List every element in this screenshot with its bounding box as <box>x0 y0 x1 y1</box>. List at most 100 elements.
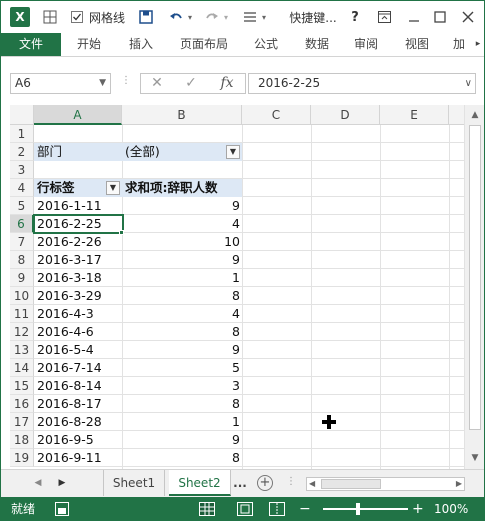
close-icon[interactable] <box>459 7 477 27</box>
tab-home[interactable]: 开始 <box>69 33 109 56</box>
tab-formulas[interactable]: 公式 <box>246 33 286 56</box>
formula-input[interactable]: 2016-2-25 ∨ <box>248 73 476 94</box>
row-header[interactable]: 1 <box>10 125 34 143</box>
row-header[interactable]: 16 <box>10 395 34 413</box>
filter-dropdown-icon[interactable]: ▼ <box>226 145 240 159</box>
table-icon[interactable] <box>41 7 59 27</box>
save-icon[interactable] <box>137 7 155 27</box>
column-header-a[interactable]: A <box>34 105 122 125</box>
value-cell[interactable]: 4 <box>125 305 240 323</box>
row-label-filter-icon[interactable]: ▼ <box>106 181 120 195</box>
row-header[interactable]: 2 <box>10 143 34 161</box>
value-cell[interactable]: 1 <box>125 269 240 287</box>
row-header[interactable]: 18 <box>10 431 34 449</box>
row-header[interactable]: 4 <box>10 179 34 197</box>
row-header[interactable]: 12 <box>10 323 34 341</box>
scroll-right-icon[interactable]: ▶ <box>456 478 462 490</box>
row-label-header[interactable]: 行标签 <box>37 179 75 197</box>
tab-page-layout[interactable]: 页面布局 <box>172 33 236 56</box>
gridlines-label[interactable]: 网格线 <box>87 7 127 27</box>
zoom-slider[interactable] <box>323 508 408 510</box>
zoom-slider-thumb[interactable] <box>356 503 360 515</box>
row-label-cell[interactable]: 2016-8-28 <box>37 413 102 431</box>
filter-value-cell[interactable]: (全部) <box>125 143 160 161</box>
value-cell[interactable]: 8 <box>125 287 240 305</box>
value-cell[interactable]: 8 <box>125 449 240 467</box>
quick-key-label[interactable]: 快捷键... <box>287 7 339 27</box>
scroll-up-icon[interactable]: ▲ <box>468 108 482 122</box>
value-cell[interactable]: 5 <box>125 359 240 377</box>
prev-sheet-icon[interactable]: ◀ <box>31 476 45 490</box>
insert-function-icon[interactable]: fx <box>215 74 239 93</box>
column-header-e[interactable]: E <box>380 105 449 125</box>
name-box-dropdown-icon[interactable]: ▼ <box>99 74 106 93</box>
page-layout-view-icon[interactable] <box>237 502 253 516</box>
scroll-down-icon[interactable]: ▼ <box>468 451 482 465</box>
row-header[interactable]: 14 <box>10 359 34 377</box>
tab-split-grip-icon[interactable]: ⋮ <box>286 476 296 487</box>
row-header[interactable]: 9 <box>10 269 34 287</box>
value-cell[interactable]: 8 <box>125 395 240 413</box>
row-header[interactable]: 11 <box>10 305 34 323</box>
row-label-cell[interactable]: 2016-4-6 <box>37 323 94 341</box>
customize-dropdown-icon[interactable]: ▾ <box>259 7 269 27</box>
value-cell[interactable]: 9 <box>125 431 240 449</box>
value-cell[interactable]: 8 <box>125 323 240 341</box>
tab-data[interactable]: 数据 <box>297 33 337 56</box>
row-label-cell[interactable]: 2016-4-3 <box>37 305 94 323</box>
add-sheet-icon[interactable]: + <box>257 475 273 491</box>
sheet-tab-sheet2[interactable]: Sheet2 <box>169 470 231 496</box>
row-label-cell[interactable]: 2016-1-11 <box>37 197 102 215</box>
zoom-in-button[interactable]: + <box>412 497 424 521</box>
zoom-level[interactable]: 100% <box>434 497 468 521</box>
horizontal-scrollbar[interactable]: ◀ ▶ <box>306 477 465 491</box>
tab-file[interactable]: 文件 <box>1 33 61 56</box>
row-header[interactable]: 6 <box>10 215 34 233</box>
tab-addins[interactable]: 加载 <box>453 33 473 56</box>
value-cell[interactable]: 9 <box>125 341 240 359</box>
row-header[interactable]: 5 <box>10 197 34 215</box>
row-label-cell[interactable]: 2016-8-14 <box>37 377 102 395</box>
value-cell[interactable]: 9 <box>125 251 240 269</box>
more-sheets-icon[interactable]: ... <box>231 470 249 496</box>
customize-icon[interactable] <box>241 7 259 27</box>
horizontal-scroll-thumb[interactable] <box>321 479 381 489</box>
help-icon[interactable]: ? <box>347 7 363 27</box>
fill-handle[interactable] <box>119 230 124 235</box>
ribbon-scroll-right-icon[interactable]: ▸ <box>473 33 483 56</box>
cell-area[interactable]: 部门 (全部) ▼ 行标签 ▼ 求和项:辞职人数 2016-1-11 9 2016-… <box>33 125 464 469</box>
vertical-scrollbar[interactable]: ▲ ▼ <box>464 105 484 469</box>
row-label-cell[interactable]: 2016-7-14 <box>37 359 102 377</box>
next-sheet-icon[interactable]: ▶ <box>55 476 69 490</box>
value-cell[interactable]: 1 <box>125 413 240 431</box>
enter-icon[interactable]: ✓ <box>179 74 203 93</box>
filter-label-cell[interactable]: 部门 <box>37 143 62 161</box>
macro-record-icon[interactable] <box>55 502 69 516</box>
expand-formula-bar-icon[interactable]: ∨ <box>465 74 472 93</box>
select-all-corner[interactable] <box>10 105 34 125</box>
row-header[interactable]: 15 <box>10 377 34 395</box>
row-header[interactable]: 7 <box>10 233 34 251</box>
scroll-left-icon[interactable]: ◀ <box>309 478 315 490</box>
row-label-cell[interactable]: 2016-9-11 <box>37 449 102 467</box>
row-label-cell[interactable]: 2016-3-17 <box>37 251 102 269</box>
restore-icon[interactable] <box>375 7 393 27</box>
value-header[interactable]: 求和项:辞职人数 <box>125 179 218 197</box>
row-label-cell[interactable]: 2016-3-18 <box>37 269 102 287</box>
row-label-cell[interactable]: 2016-2-26 <box>37 233 102 251</box>
undo-dropdown-icon[interactable]: ▾ <box>185 7 195 27</box>
tab-insert[interactable]: 插入 <box>121 33 161 56</box>
value-cell[interactable]: 3 <box>125 377 240 395</box>
row-header[interactable]: 17 <box>10 413 34 431</box>
row-label-cell[interactable]: 2016-3-29 <box>37 287 102 305</box>
maximize-icon[interactable] <box>431 7 449 27</box>
row-header[interactable]: 10 <box>10 287 34 305</box>
tab-review[interactable]: 审阅 <box>346 33 386 56</box>
column-header-d[interactable]: D <box>311 105 380 125</box>
redo-icon[interactable] <box>204 7 220 27</box>
value-cell[interactable]: 4 <box>125 215 240 233</box>
row-label-cell[interactable]: 2016-8-17 <box>37 395 102 413</box>
column-header-f[interactable] <box>449 105 464 125</box>
undo-icon[interactable] <box>167 7 185 27</box>
row-header[interactable]: 3 <box>10 161 34 179</box>
